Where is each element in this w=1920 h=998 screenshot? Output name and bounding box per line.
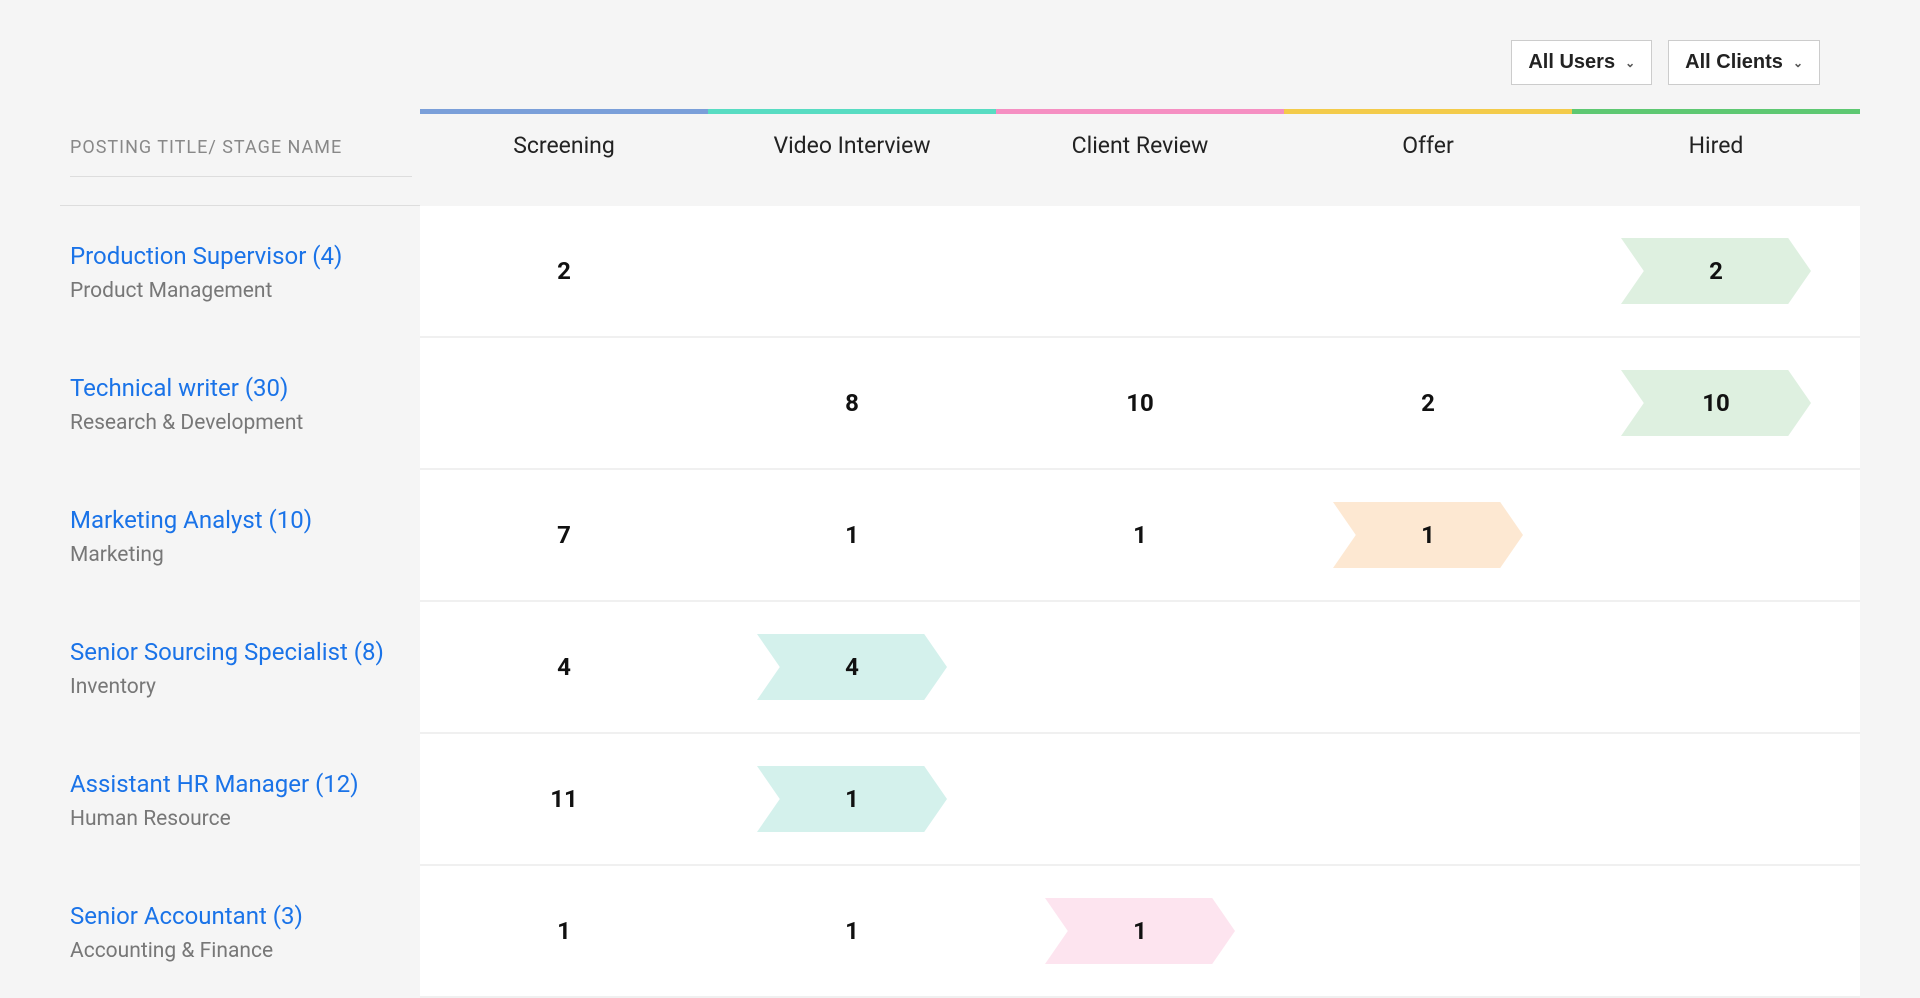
cell-value: 7 — [557, 521, 571, 549]
cell-value: 11 — [550, 785, 578, 813]
chevron-down-icon: ⌄ — [1625, 56, 1635, 70]
cell-client — [996, 602, 1284, 734]
pipeline-dashboard: All Users ⌄ All Clients ⌄ POSTING TITLE/… — [0, 0, 1920, 998]
stage-header-label: Offer — [1402, 132, 1454, 159]
stage-badge[interactable]: 2 — [1621, 238, 1811, 304]
filter-users-label: All Users — [1528, 51, 1615, 74]
stage-badge[interactable]: 1 — [1045, 898, 1235, 964]
posting-department: Accounting & Finance — [70, 939, 410, 963]
posting-title-link[interactable]: Technical writer (30) — [70, 373, 410, 404]
posting-department: Inventory — [70, 675, 410, 699]
posting-row-header: Senior Accountant (3) Accounting & Financ… — [60, 866, 420, 998]
header-row-label-cell: POSTING TITLE/ STAGE NAME — [60, 109, 420, 206]
cell-offer[interactable]: 2 — [1284, 338, 1572, 470]
posting-row-header: Marketing Analyst (10) Marketing — [60, 470, 420, 602]
cell-value: 4 — [557, 653, 571, 681]
stage-badge[interactable]: 4 — [757, 634, 947, 700]
cell-offer — [1284, 206, 1572, 338]
cell-offer[interactable]: 1 — [1284, 470, 1572, 602]
cell-offer — [1284, 866, 1572, 998]
cell-screening[interactable]: 2 — [420, 206, 708, 338]
stage-header-hired: Hired — [1572, 109, 1860, 206]
stage-badge-value: 1 — [845, 785, 859, 813]
cell-client[interactable]: 1 — [996, 470, 1284, 602]
cell-client — [996, 734, 1284, 866]
posting-title-link[interactable]: Marketing Analyst (10) — [70, 505, 410, 536]
pipeline-grid: POSTING TITLE/ STAGE NAME Screening Vide… — [60, 109, 1860, 998]
stage-badge-value: 4 — [845, 653, 859, 681]
cell-video[interactable]: 4 — [708, 602, 996, 734]
cell-screening[interactable]: 4 — [420, 602, 708, 734]
stage-badge-value: 1 — [1421, 521, 1435, 549]
cell-hired — [1572, 734, 1860, 866]
stage-header-client: Client Review — [996, 109, 1284, 206]
stage-badge-value: 10 — [1702, 389, 1730, 417]
cell-hired[interactable]: 2 — [1572, 206, 1860, 338]
posting-row-header: Technical writer (30) Research & Developm… — [60, 338, 420, 470]
cell-value: 2 — [557, 257, 571, 285]
stage-header-screening: Screening — [420, 109, 708, 206]
filter-users-dropdown[interactable]: All Users ⌄ — [1511, 40, 1652, 85]
cell-offer — [1284, 602, 1572, 734]
stage-badge[interactable]: 1 — [1333, 502, 1523, 568]
stage-badge-value: 1 — [1133, 917, 1147, 945]
cell-screening[interactable]: 1 — [420, 866, 708, 998]
stage-header-offer: Offer — [1284, 109, 1572, 206]
posting-row-header: Assistant HR Manager (12) Human Resource — [60, 734, 420, 866]
posting-title-link[interactable]: Senior Sourcing Specialist (8) — [70, 637, 410, 668]
cell-hired[interactable]: 10 — [1572, 338, 1860, 470]
cell-value: 1 — [845, 521, 859, 549]
stage-header-video: Video Interview — [708, 109, 996, 206]
cell-value: 8 — [845, 389, 859, 417]
cell-screening — [420, 338, 708, 470]
cell-offer — [1284, 734, 1572, 866]
cell-video — [708, 206, 996, 338]
cell-client[interactable]: 1 — [996, 866, 1284, 998]
stage-header-label: Screening — [513, 132, 615, 159]
cell-screening[interactable]: 7 — [420, 470, 708, 602]
cell-value: 1 — [1133, 521, 1147, 549]
posting-row-header: Senior Sourcing Specialist (8) Inventory — [60, 602, 420, 734]
posting-title-link[interactable]: Senior Accountant (3) — [70, 901, 410, 932]
cell-hired — [1572, 602, 1860, 734]
posting-department: Human Resource — [70, 807, 410, 831]
cell-video[interactable]: 8 — [708, 338, 996, 470]
cell-client — [996, 206, 1284, 338]
posting-department: Research & Development — [70, 411, 410, 435]
cell-hired — [1572, 470, 1860, 602]
stage-header-label: Client Review — [1072, 132, 1209, 159]
filter-bar: All Users ⌄ All Clients ⌄ — [60, 40, 1860, 85]
posting-department: Product Management — [70, 279, 410, 303]
cell-value: 2 — [1421, 389, 1435, 417]
stage-header-label: Video Interview — [773, 132, 930, 159]
cell-value: 10 — [1126, 389, 1154, 417]
stage-badge[interactable]: 10 — [1621, 370, 1811, 436]
posting-row-header: Production Supervisor (4) Product Managem… — [60, 206, 420, 338]
cell-hired — [1572, 866, 1860, 998]
stage-badge-value: 2 — [1709, 257, 1723, 285]
stage-badge[interactable]: 1 — [757, 766, 947, 832]
cell-video[interactable]: 1 — [708, 470, 996, 602]
cell-video[interactable]: 1 — [708, 866, 996, 998]
cell-screening[interactable]: 11 — [420, 734, 708, 866]
cell-value: 1 — [557, 917, 571, 945]
chevron-down-icon: ⌄ — [1793, 56, 1803, 70]
cell-value: 1 — [845, 917, 859, 945]
filter-clients-dropdown[interactable]: All Clients ⌄ — [1668, 40, 1820, 85]
cell-client[interactable]: 10 — [996, 338, 1284, 470]
header-row-label: POSTING TITLE/ STAGE NAME — [70, 137, 412, 177]
cell-video[interactable]: 1 — [708, 734, 996, 866]
posting-title-link[interactable]: Production Supervisor (4) — [70, 241, 410, 272]
stage-header-label: Hired — [1689, 132, 1744, 159]
posting-title-link[interactable]: Assistant HR Manager (12) — [70, 769, 410, 800]
posting-department: Marketing — [70, 543, 410, 567]
filter-clients-label: All Clients — [1685, 51, 1783, 74]
